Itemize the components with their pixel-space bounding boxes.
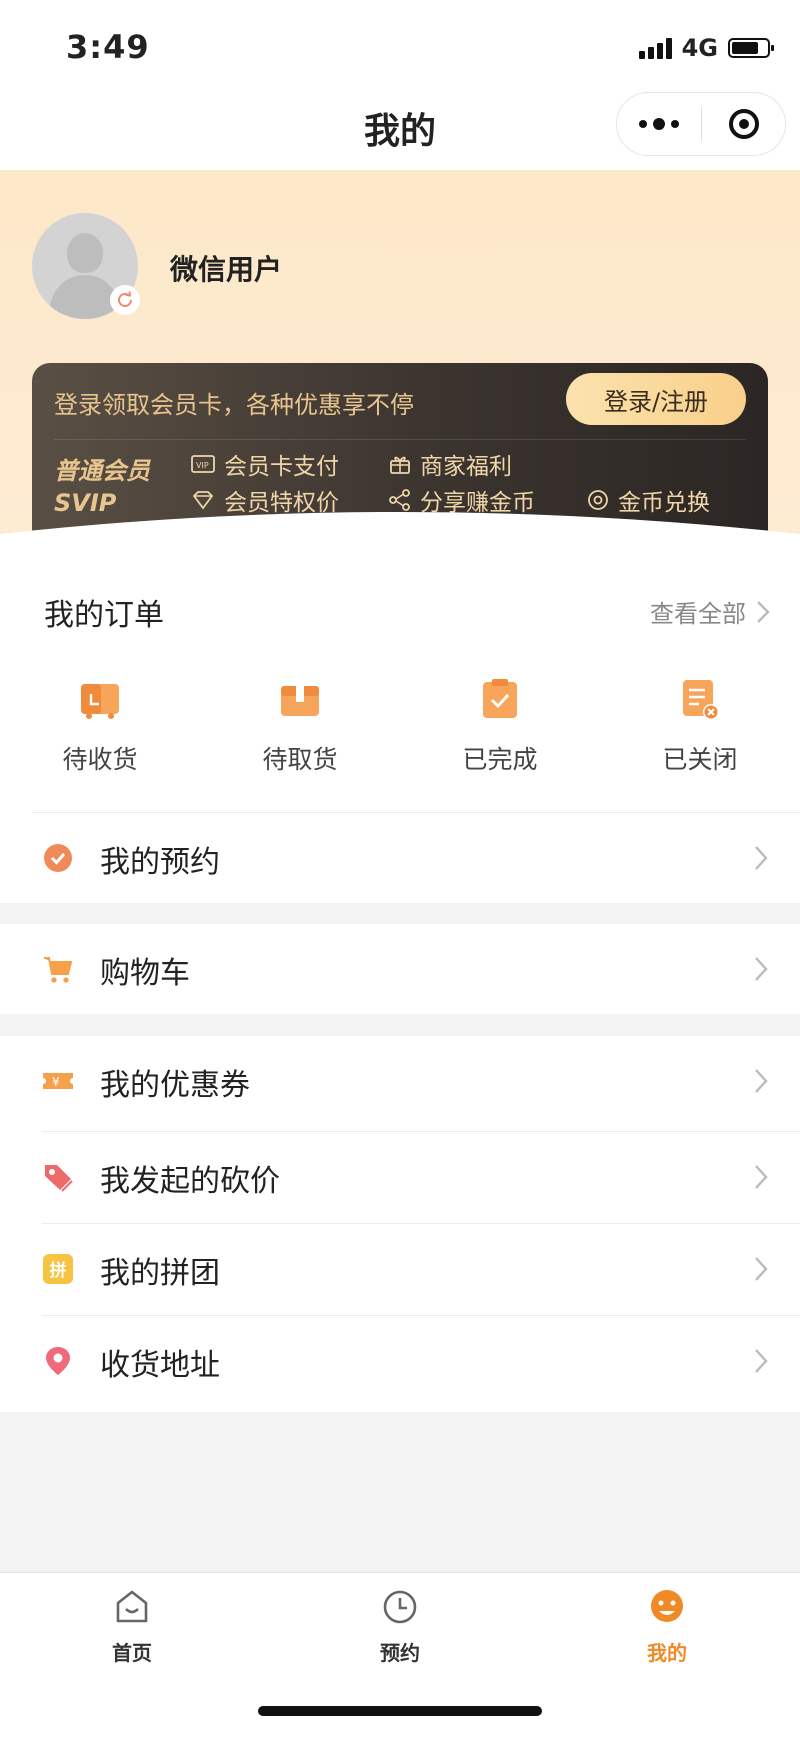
chevron-right-icon: [755, 957, 768, 981]
order-completed[interactable]: 已完成: [440, 676, 560, 776]
status-icons: 4G: [638, 34, 774, 62]
menu-label: 我的拼团: [100, 1256, 220, 1291]
tab-home[interactable]: 首页: [72, 1587, 192, 1666]
chevron-right-icon: [755, 1165, 768, 1189]
chevron-right-icon: [755, 1069, 768, 1093]
shopping-cart-icon: [44, 957, 73, 983]
vip-divider: [54, 439, 746, 440]
orders-title: 我的订单: [44, 598, 164, 633]
signal-icon: [638, 37, 672, 59]
document-closed-icon: [683, 680, 719, 720]
refresh-icon[interactable]: [110, 285, 140, 315]
chevron-right-icon: [755, 846, 768, 870]
order-pending-pickup[interactable]: 待取货: [240, 676, 360, 776]
clipboard-check-icon: [483, 679, 517, 718]
login-register-button[interactable]: 登录/注册: [566, 373, 746, 425]
order-pending-receipt[interactable]: 待收货: [40, 676, 160, 776]
menu-my-appointment[interactable]: 我的预约: [0, 813, 800, 903]
svg-text:拼: 拼: [50, 1260, 67, 1281]
order-label: 已完成: [462, 745, 538, 774]
order-closed[interactable]: 已关闭: [640, 676, 760, 776]
check-circle-icon: [44, 844, 72, 872]
order-label: 已关闭: [662, 745, 738, 774]
tab-mine[interactable]: 我的: [607, 1587, 727, 1666]
chevron-right-icon: [757, 600, 770, 623]
menu-cart[interactable]: 购物车: [0, 924, 800, 1014]
vip-promo-text: 登录领取会员卡，各种优惠享不停: [54, 391, 414, 419]
menu-label: 我发起的砍价: [100, 1164, 280, 1199]
header-curve: [0, 512, 800, 560]
svg-text:VIP: VIP: [196, 461, 209, 470]
view-all-orders-link[interactable]: 查看全部: [650, 594, 770, 629]
tab-label: 首页: [112, 1641, 152, 1665]
more-icon[interactable]: [617, 118, 701, 130]
clock-icon: [383, 1590, 417, 1624]
menu-label: 收货地址: [100, 1348, 220, 1383]
vip-card-icon: VIP: [191, 455, 215, 473]
nav-bar: 我的: [0, 90, 800, 170]
view-all-label: 查看全部: [650, 600, 746, 628]
perk-merchant-benefits[interactable]: 商家福利: [388, 447, 512, 481]
menu-address[interactable]: 收货地址: [0, 1316, 800, 1412]
package-icon: [281, 686, 319, 716]
battery-icon: [728, 38, 774, 58]
vip-level-primary: 普通会员: [54, 457, 150, 485]
menu-coupons[interactable]: ¥ 我的优惠券: [0, 1036, 800, 1132]
menu-bargain[interactable]: 我发起的砍价: [0, 1132, 800, 1224]
status-bar: 3:49 4G: [0, 0, 800, 90]
mini-program-capsule: [616, 92, 786, 156]
menu-label: 我的预约: [100, 845, 220, 880]
user-face-icon: [651, 1590, 683, 1622]
menu-label: 我的优惠券: [100, 1068, 250, 1103]
tab-label: 我的: [647, 1641, 687, 1665]
tab-label: 预约: [380, 1641, 420, 1665]
chevron-right-icon: [755, 1349, 768, 1373]
home-indicator: [258, 1706, 542, 1716]
delivery-truck-icon: [81, 684, 119, 719]
username[interactable]: 微信用户: [170, 248, 282, 288]
status-time: 3:49: [66, 28, 150, 66]
location-pin-icon: [46, 1347, 70, 1375]
group-buy-icon: 拼: [43, 1254, 73, 1284]
order-label: 待取货: [262, 745, 338, 774]
menu-label: 购物车: [100, 956, 190, 991]
tab-booking[interactable]: 预约: [340, 1587, 460, 1666]
chevron-right-icon: [755, 1257, 768, 1281]
svg-text:¥: ¥: [52, 1075, 60, 1089]
perk-label: 商家福利: [420, 454, 512, 480]
coupon-icon: ¥: [43, 1073, 73, 1089]
menu-group-buy[interactable]: 拼 我的拼团: [0, 1224, 800, 1316]
perk-card-pay[interactable]: VIP 会员卡支付: [190, 447, 339, 481]
price-tag-icon: [45, 1165, 73, 1192]
network-label: 4G: [681, 34, 718, 62]
orders-section: 我的订单 查看全部 待收货 待取货 已完成 已关闭 我的预约: [0, 560, 800, 903]
close-mini-program-icon[interactable]: [702, 109, 785, 139]
order-label: 待收货: [62, 745, 138, 774]
home-icon: [116, 1590, 148, 1623]
gift-icon: [390, 456, 410, 474]
perk-label: 会员卡支付: [224, 454, 339, 480]
